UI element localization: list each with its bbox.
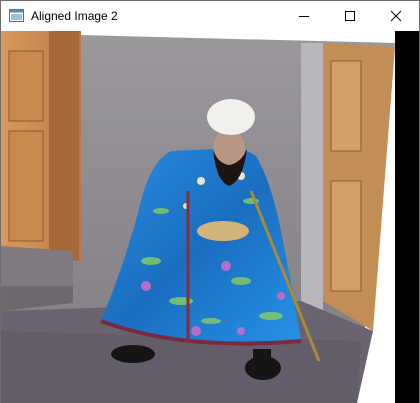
maximize-button[interactable] [327, 1, 373, 31]
image-canvas [1, 31, 419, 403]
aligned-photo [1, 31, 419, 403]
close-icon [390, 10, 402, 22]
window-title: Aligned Image 2 [31, 9, 118, 23]
title-bar[interactable]: Aligned Image 2 [1, 1, 419, 31]
image-border-margin [395, 31, 419, 403]
minimize-icon [299, 16, 309, 17]
close-button[interactable] [373, 1, 419, 31]
app-window-icon [9, 9, 24, 22]
maximize-icon [345, 11, 355, 21]
minimize-button[interactable] [281, 1, 327, 31]
image-window: Aligned Image 2 [0, 0, 420, 403]
